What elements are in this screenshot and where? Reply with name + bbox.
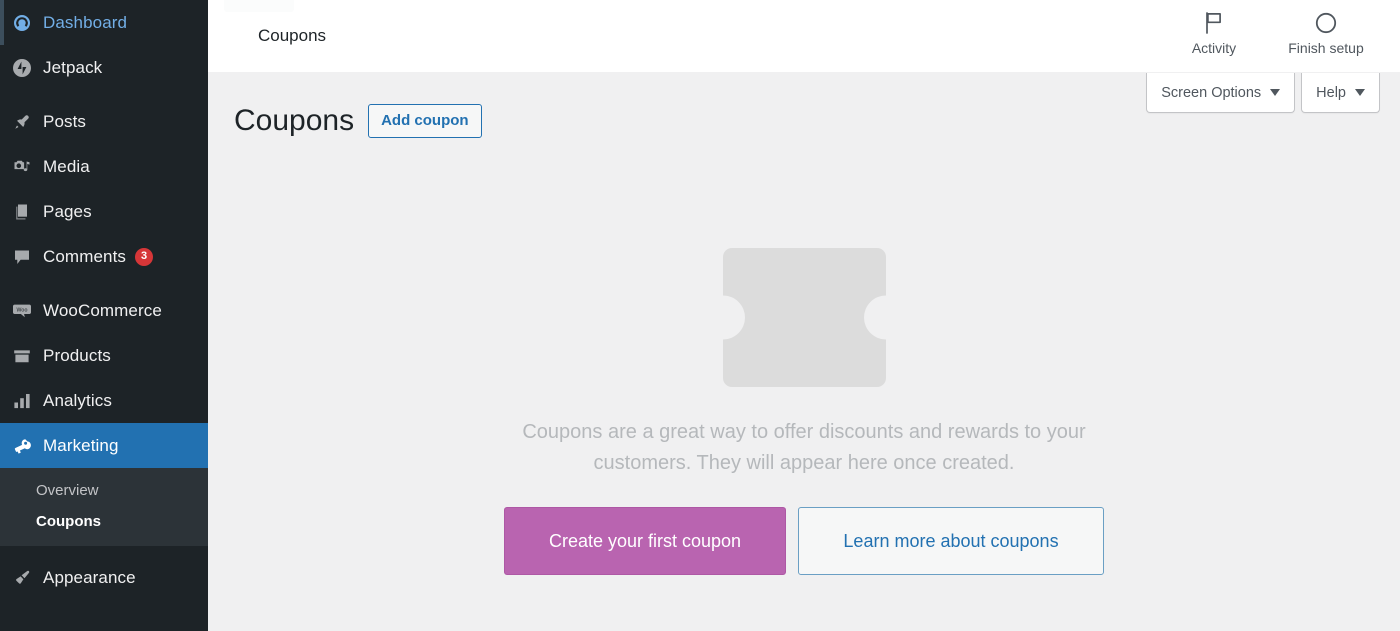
learn-more-coupons-button[interactable]: Learn more about coupons: [798, 507, 1104, 575]
activity-button[interactable]: Activity: [1158, 10, 1270, 55]
jetpack-icon: [9, 58, 43, 78]
activity-label: Activity: [1191, 39, 1237, 56]
sidebar-item-posts[interactable]: Posts: [0, 99, 208, 144]
sidebar-item-marketing[interactable]: Marketing: [0, 423, 208, 468]
chevron-down-icon: [1270, 89, 1281, 96]
pushpin-icon: [9, 112, 43, 132]
screen-options-button[interactable]: Screen Options: [1146, 73, 1296, 113]
sidebar-item-label: Marketing: [43, 435, 119, 455]
finish-setup-button[interactable]: Finish setup: [1270, 10, 1382, 55]
woocommerce-icon: Woo: [9, 301, 43, 321]
circle-progress-icon: [1314, 10, 1338, 36]
sidebar-divider: [0, 546, 208, 555]
sidebar-item-pages[interactable]: Pages: [0, 189, 208, 234]
sidebar-item-analytics[interactable]: Analytics: [0, 378, 208, 423]
sidebar-item-media[interactable]: Media: [0, 144, 208, 189]
pages-icon: [9, 202, 43, 222]
header-breadcrumb-title: Coupons: [258, 26, 327, 45]
empty-state: Coupons are a great way to offer discoun…: [208, 248, 1400, 575]
sidebar-divider: [0, 90, 208, 99]
help-button[interactable]: Help: [1301, 73, 1380, 113]
admin-sidebar: Dashboard Jetpack Posts Media Pages Comm…: [0, 0, 208, 631]
sidebar-item-jetpack[interactable]: Jetpack: [0, 45, 208, 90]
sidebar-item-label: Analytics: [43, 390, 112, 410]
empty-state-message: Coupons are a great way to offer discoun…: [522, 421, 1086, 474]
page-title: Coupons: [234, 104, 355, 137]
sidebar-item-comments[interactable]: Comments 3: [0, 234, 208, 279]
header-actions: Activity Finish setup: [1158, 0, 1382, 73]
add-coupon-button[interactable]: Add coupon: [368, 103, 482, 138]
sidebar-item-label: Comments: [43, 246, 126, 266]
sidebar-divider: [0, 279, 208, 288]
dashboard-icon: [9, 13, 43, 33]
submenu-item-overview[interactable]: Overview: [0, 475, 208, 506]
sidebar-item-label: Pages: [43, 201, 92, 221]
comments-icon: [9, 247, 43, 267]
sidebar-item-label: Media: [43, 156, 90, 176]
analytics-icon: [9, 391, 43, 411]
screen-options-label: Screen Options: [1161, 84, 1262, 101]
svg-text:Woo: Woo: [16, 307, 27, 313]
marketing-submenu: Overview Coupons: [0, 468, 208, 546]
submenu-item-coupons[interactable]: Coupons: [0, 506, 208, 537]
woocommerce-header: Coupons Activity Finish setup: [208, 0, 1400, 73]
sidebar-item-label: Appearance: [43, 567, 136, 587]
sidebar-item-label: Posts: [43, 111, 87, 131]
sidebar-item-label: WooCommerce: [43, 300, 162, 320]
help-label: Help: [1316, 84, 1346, 101]
comments-count-badge: 3: [135, 247, 153, 266]
empty-state-actions: Create your first coupon Learn more abou…: [504, 507, 1104, 575]
admin-screen: Dashboard Jetpack Posts Media Pages Comm…: [0, 0, 1400, 631]
finish-setup-label: Finish setup: [1288, 39, 1364, 56]
create-first-coupon-button[interactable]: Create your first coupon: [504, 507, 786, 575]
sidebar-item-dashboard[interactable]: Dashboard: [0, 0, 208, 45]
sidebar-item-label: Dashboard: [43, 12, 128, 32]
sidebar-item-appearance[interactable]: Appearance: [0, 555, 208, 600]
sidebar-item-label: Products: [43, 345, 111, 365]
coupon-ticket-icon: [722, 248, 886, 387]
flag-icon: [1203, 10, 1225, 36]
media-icon: [9, 157, 43, 177]
sidebar-item-products[interactable]: Products: [0, 333, 208, 378]
products-icon: [9, 346, 43, 366]
screen-meta-links: Screen Options Help: [1146, 73, 1380, 113]
paintbrush-icon: [9, 568, 43, 588]
chevron-down-icon: [1355, 89, 1365, 96]
sidebar-item-woocommerce[interactable]: Woo WooCommerce: [0, 288, 208, 333]
main-content: Coupons Activity Finish setup Screen Opt…: [208, 0, 1400, 631]
megaphone-icon: [9, 436, 43, 456]
sidebar-item-label: Jetpack: [43, 57, 103, 77]
page-wrap: Coupons Add coupon Coupons are a great w…: [208, 73, 1400, 631]
cut-off-chip: [224, 0, 294, 12]
